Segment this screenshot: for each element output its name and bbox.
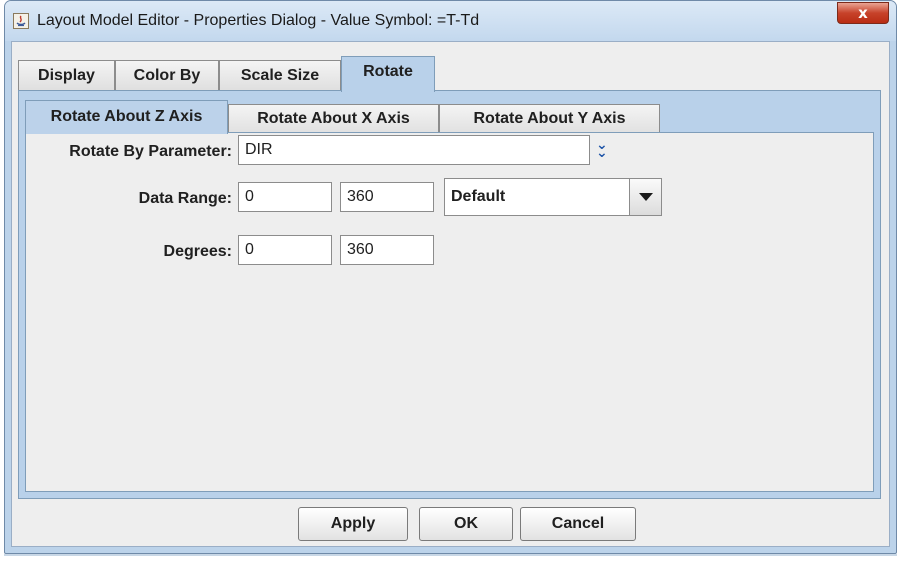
data-range-preset-select[interactable]: Default [444, 178, 662, 216]
java-icon [13, 13, 29, 29]
ok-button[interactable]: OK [419, 507, 513, 541]
rotate-tab-panel: Rotate About Z Axis Rotate About X Axis … [18, 90, 881, 499]
degrees-max-input[interactable] [340, 235, 434, 265]
tab-color-by[interactable]: Color By [115, 60, 219, 92]
degrees-min-input[interactable] [238, 235, 332, 265]
tab-scale-size[interactable]: Scale Size [219, 60, 341, 92]
cancel-button[interactable]: Cancel [520, 507, 636, 541]
tab-rotate[interactable]: Rotate [341, 56, 435, 92]
window-title: Layout Model Editor - Properties Dialog … [37, 12, 480, 29]
close-button[interactable]: x [837, 2, 889, 24]
triangle-down-icon [639, 193, 653, 201]
dialog-content: Display Color By Scale Size Rotate Rotat… [11, 41, 890, 547]
tab-rotate-about-x-axis[interactable]: Rotate About X Axis [228, 104, 439, 134]
tab-rotate-about-z-axis[interactable]: Rotate About Z Axis [25, 100, 228, 134]
window-bottom-edge [4, 554, 897, 556]
z-axis-panel: Rotate By Parameter: ⌄⌄ Data Range: Defa… [25, 132, 874, 492]
dialog-window: Layout Model Editor - Properties Dialog … [4, 0, 897, 554]
double-chevron-down-icon[interactable]: ⌄ ⌄ [596, 138, 610, 160]
dropdown-arrow-button[interactable] [629, 179, 661, 215]
rotate-by-parameter-label: Rotate By Parameter: [69, 143, 232, 160]
degrees-label: Degrees: [163, 243, 232, 260]
data-range-label: Data Range: [138, 190, 232, 207]
title-bar[interactable]: Layout Model Editor - Properties Dialog … [5, 1, 896, 41]
rotate-by-parameter-input[interactable] [238, 135, 590, 165]
close-icon: x [858, 4, 868, 22]
data-range-min-input[interactable] [238, 182, 332, 212]
data-range-max-input[interactable] [340, 182, 434, 212]
tab-rotate-about-y-axis[interactable]: Rotate About Y Axis [439, 104, 660, 134]
apply-button[interactable]: Apply [298, 507, 408, 541]
tab-display[interactable]: Display [18, 60, 115, 92]
data-range-preset-value: Default [451, 188, 506, 205]
button-bar: Apply OK Cancel [12, 499, 889, 546]
